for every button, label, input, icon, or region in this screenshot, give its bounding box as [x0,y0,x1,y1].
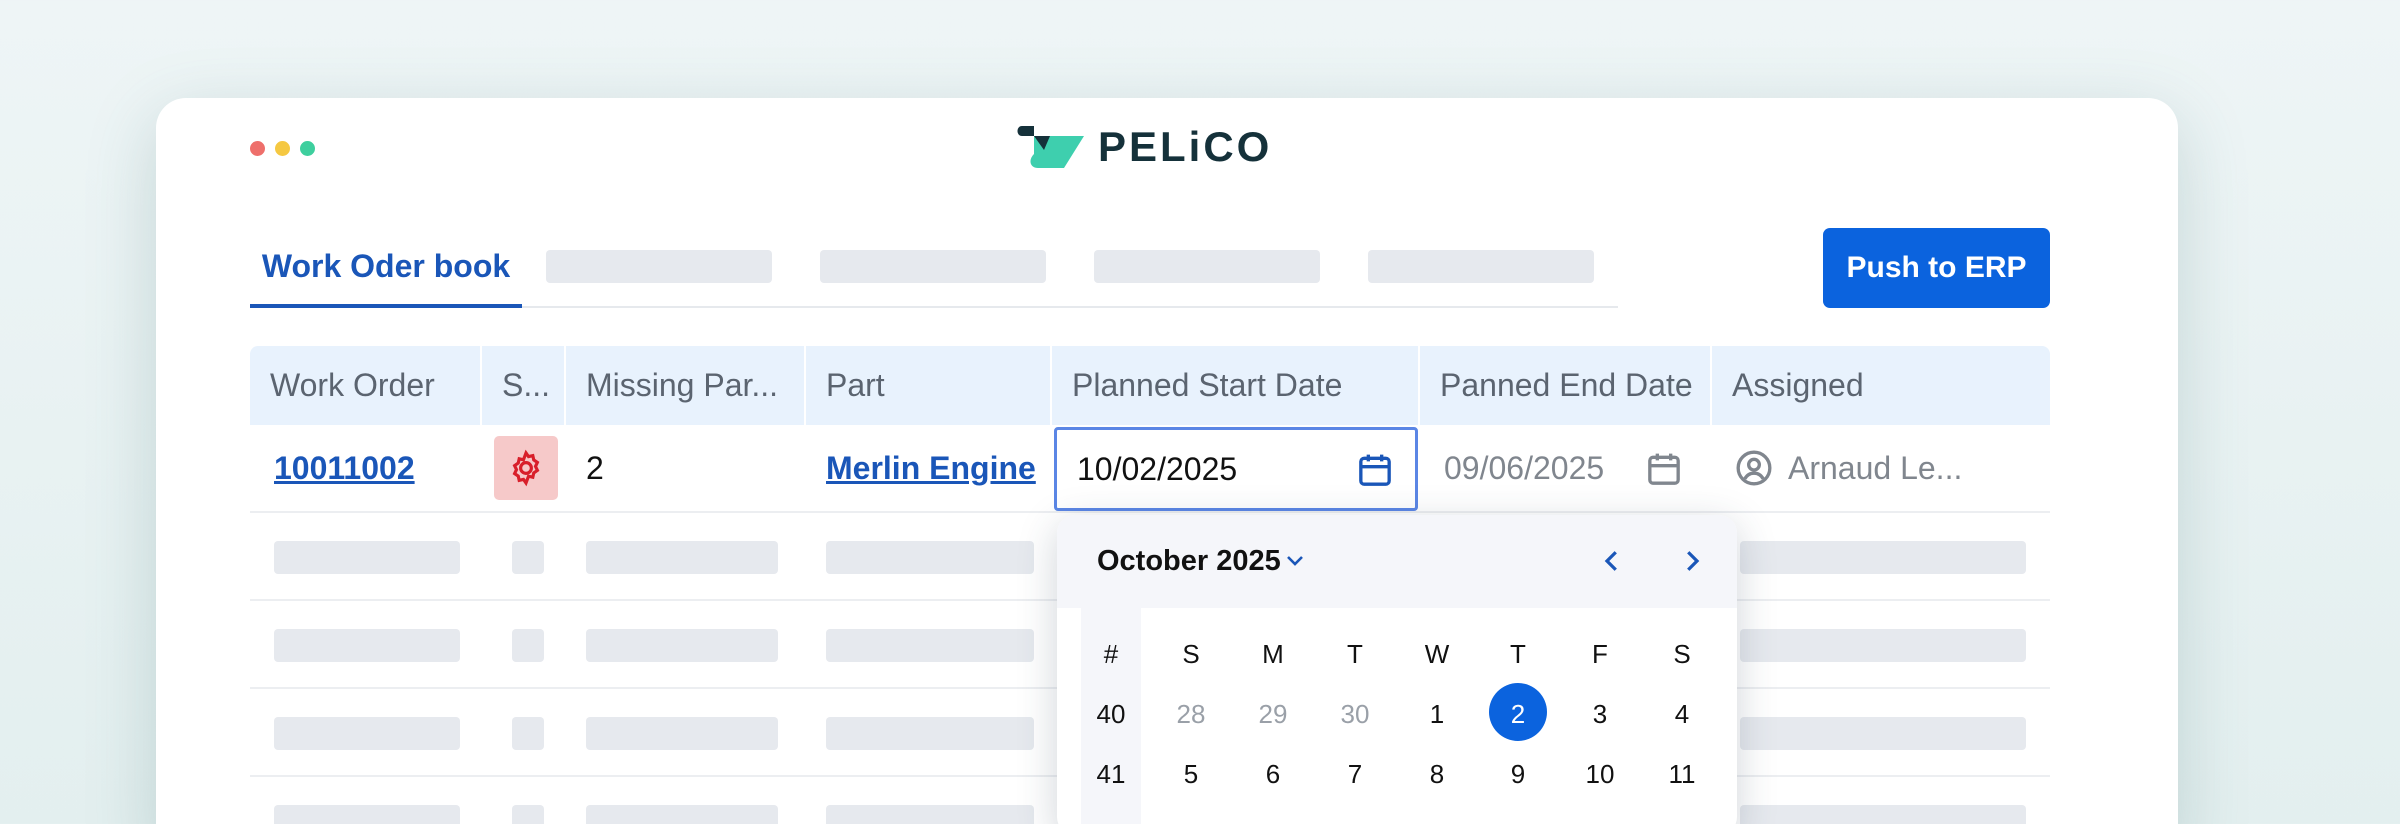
calendar-day[interactable]: 28 [1161,699,1221,730]
assigned-value: Arnaud Le... [1788,449,1963,486]
gear-icon [512,449,540,487]
col-header-part[interactable]: Part [806,346,1052,425]
chevron-down-icon[interactable] [1283,549,1307,573]
part-link[interactable]: Merlin Engine [826,450,1036,487]
tab-placeholder[interactable] [1094,250,1320,283]
planned-end-cell: 09/06/2025 [1420,425,1712,511]
window-controls [250,141,315,156]
row-placeholder [826,629,1034,662]
calendar-day[interactable]: 1 [1407,699,1467,730]
col-header-assigned[interactable]: Assigned [1712,346,2050,425]
col-header-status[interactable]: S... [482,346,566,425]
calendar-day[interactable]: 29 [1243,699,1303,730]
calendar-day[interactable]: 8 [1407,759,1467,790]
calendar-day-selected[interactable]: 2 [1488,699,1548,730]
col-header-planned-start[interactable]: Planned Start Date [1052,346,1420,425]
chevron-right-icon[interactable] [1677,546,1707,576]
calendar-day[interactable]: 9 [1488,759,1548,790]
calendar-day[interactable]: 7 [1325,759,1385,790]
row-placeholder [586,717,778,750]
tab-placeholder[interactable] [1368,250,1594,283]
tab-work-order-book[interactable]: Work Oder book [250,228,522,308]
calendar-day[interactable]: 4 [1652,699,1712,730]
calendar-day[interactable]: 11 [1652,759,1712,790]
day-header: T [1510,639,1526,669]
table-row[interactable]: 10011002 2 Merlin Engine 10/02/2025 09/0… [250,425,2050,513]
push-to-erp-button[interactable]: Push to ERP [1823,228,2050,308]
minimize-dot[interactable] [275,141,290,156]
col-header-planned-end[interactable]: Panned End Date [1420,346,1712,425]
row-placeholder [1740,541,2026,574]
tab-bar: Work Oder book [250,228,1618,308]
app-logo: PELiCO [1016,122,1272,172]
maximize-dot[interactable] [300,141,315,156]
calendar-day[interactable]: 3 [1570,699,1630,730]
pelico-logo-icon [1017,126,1084,168]
calendar-day[interactable]: 5 [1161,759,1221,790]
calendar-day[interactable]: 30 [1325,699,1385,730]
work-order-cell: 10011002 [274,425,474,511]
month-year-label[interactable]: October 2025 [1097,545,1281,578]
calendar-icon[interactable] [1644,449,1684,489]
row-placeholder [586,805,778,824]
day-header: S [1182,639,1200,669]
planned-start-cell: 10/02/2025 [1052,425,1420,511]
row-placeholder [826,805,1034,824]
missing-parts-value: 2 [586,449,604,486]
tab-placeholder[interactable] [820,250,1046,283]
week-number: 41 [1096,759,1126,789]
row-placeholder [1740,717,2026,750]
planned-end-value: 09/06/2025 [1444,449,1605,486]
table-header: Work Order S... Missing Par... Part Plan… [250,346,2050,425]
status-badge[interactable] [494,436,558,500]
row-placeholder [512,541,544,574]
day-header: T [1347,639,1363,669]
col-header-work-order[interactable]: Work Order [250,346,482,425]
chevron-left-icon[interactable] [1597,546,1627,576]
logo-wordmark: PELiCO [1098,123,1273,170]
row-placeholder [586,629,778,662]
week-number: 40 [1096,699,1126,729]
week-number-header: # [1103,639,1119,669]
day-header: W [1424,639,1450,669]
planned-start-date-input[interactable]: 10/02/2025 [1054,427,1418,511]
row-placeholder [274,805,460,824]
row-placeholder [274,629,460,662]
row-placeholder [826,541,1034,574]
day-header: S [1673,639,1691,669]
day-header: M [1262,639,1284,669]
work-order-link[interactable]: 10011002 [274,450,415,487]
col-header-missing-parts[interactable]: Missing Par... [566,346,806,425]
status-cell [494,425,564,511]
date-picker-popup: October 2025 # S M T W T F S 40 28 29 30… [1057,515,1737,824]
tab-placeholder[interactable] [546,250,772,283]
calendar-day[interactable]: 10 [1570,759,1630,790]
close-dot[interactable] [250,141,265,156]
row-placeholder [1740,805,2026,824]
day-header: F [1592,639,1608,669]
row-placeholder [826,717,1034,750]
calendar-day[interactable]: 6 [1243,759,1303,790]
row-placeholder [512,717,544,750]
row-placeholder [512,629,544,662]
planned-start-value: 10/02/2025 [1077,450,1238,487]
assigned-cell: Arnaud Le... [1734,425,2034,511]
row-placeholder [274,541,460,574]
row-placeholder [586,541,778,574]
row-placeholder [1740,629,2026,662]
date-picker-header: October 2025 [1057,515,1737,608]
part-cell: Merlin Engine [826,425,1046,511]
user-icon [1736,450,1772,486]
calendar-icon[interactable] [1355,450,1395,490]
row-placeholder [274,717,460,750]
row-placeholder [512,805,544,824]
